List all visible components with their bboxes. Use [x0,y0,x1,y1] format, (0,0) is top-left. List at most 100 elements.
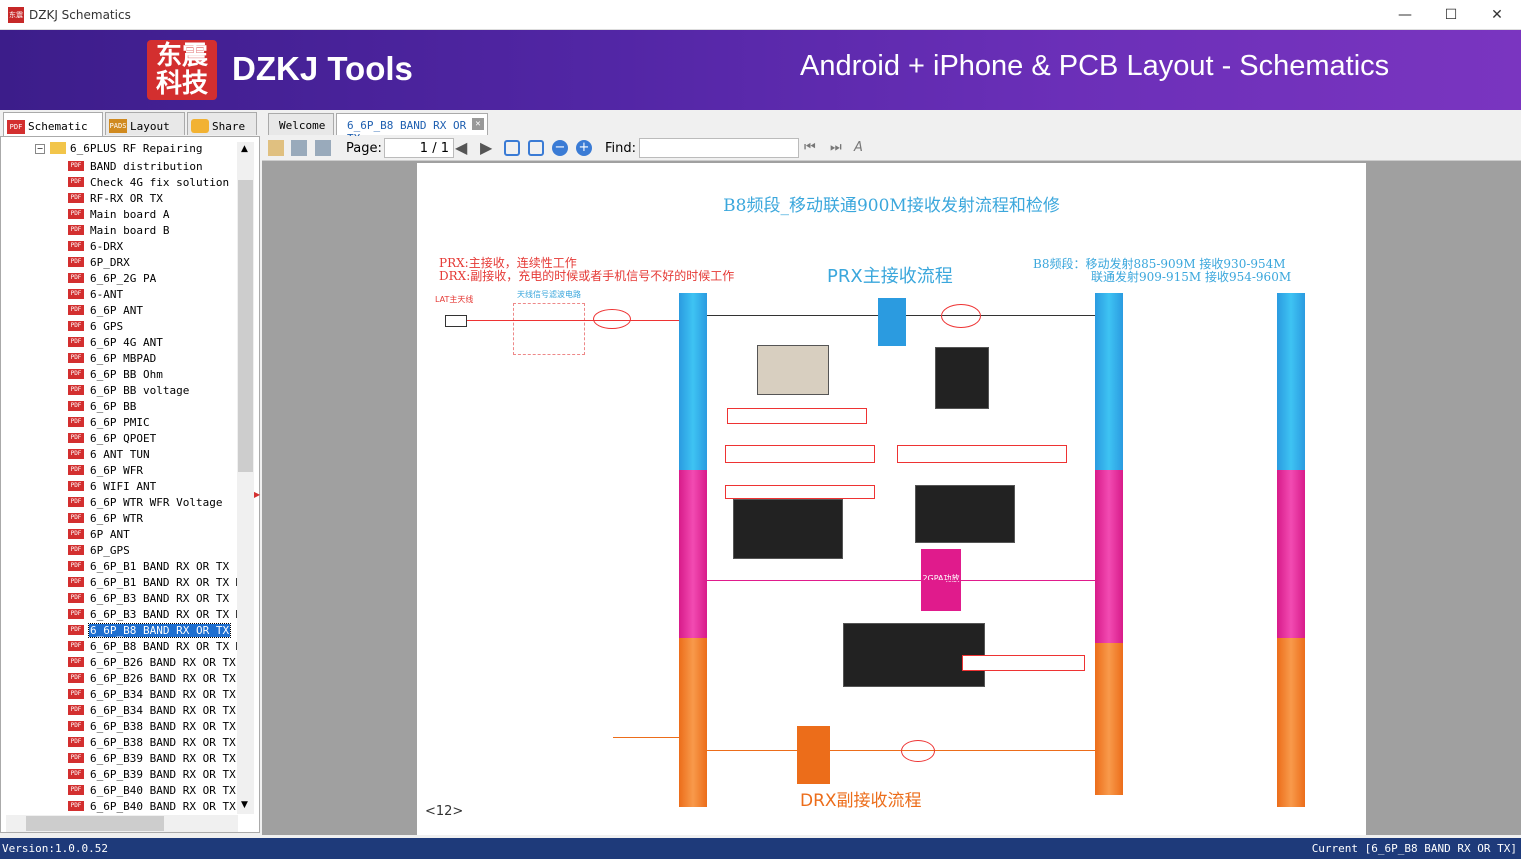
tree-item[interactable]: PDF 6_6P_B3 BAND RX OR TX Mai [68,606,238,622]
close-button[interactable]: ✕ [1477,4,1517,26]
tab-schematic[interactable]: PDF Schematic [3,112,103,136]
pdf-icon: PDF [68,721,84,731]
chip-photo [733,499,843,559]
tab-welcome[interactable]: Welcome [268,113,334,135]
pdf-icon: PDF [68,609,84,619]
tree-item[interactable]: PDF 6_6P_B3 BAND RX OR TX [68,590,238,606]
find-input[interactable] [639,138,799,158]
find-prev-icon[interactable]: ⏮ [804,140,820,156]
zoom-in-icon[interactable]: + [576,140,592,156]
tree-item[interactable]: PDF 6 WIFI ANT [68,478,238,494]
tree-item-label: 6_6P PMIC [90,415,150,429]
close-tab-icon[interactable]: ✕ [472,118,484,130]
file-tree: − 6_6PLUS RF Repairing PDF BAND distribut… [0,136,260,833]
tree-item-label: 6_6P_B38 BAND RX OR TX [90,719,236,733]
tree-item-label: 6_6P BB voltage [90,383,190,397]
wire [613,737,679,738]
tree-item[interactable]: PDF 6_6P_B38 BAND RX OR TX [68,718,238,734]
tree-item-label: 6_6P_B40 BAND RX OR TX Ma [90,799,238,813]
tree-item[interactable]: PDF 6_6P_B8 BAND RX OR TX Mai [68,638,238,654]
tree-item[interactable]: PDF 6_6P_B34 BAND RX OR TX Ma [68,702,238,718]
tree-item-label: Main board A [90,207,170,221]
tree-item[interactable]: PDF 6_6P 4G ANT [68,334,238,350]
tree-item[interactable]: PDF 6_6P_B26 BAND RX OR TX Ma [68,670,238,686]
tree-item[interactable]: PDF 6_6P_B1 BAND RX OR TX Mai [68,574,238,590]
tree-item-label: Main board B [90,223,170,237]
tree-item[interactable]: PDF 6 GPS [68,318,238,334]
tree-item-label: 6_6P WFR [90,463,143,477]
tree-item[interactable]: PDF 6P_GPS [68,542,238,558]
tree-vertical-scrollbar[interactable]: ▲ ▼ [237,142,254,814]
tree-item[interactable]: PDF 6P_DRX [68,254,238,270]
tree-item-label: 6_6P ANT [90,303,143,317]
tree-item[interactable]: PDF 6 ANT TUN [68,446,238,462]
tree-item[interactable]: PDF 6_6P_2G PA [68,270,238,286]
tree-item[interactable]: PDF 6_6P_B8 BAND RX OR TX [68,622,238,638]
tree-item[interactable]: PDF RF-RX OR TX [68,190,238,206]
highlight-icon[interactable]: A [854,140,870,156]
tree-item[interactable]: PDF 6_6P WTR [68,510,238,526]
scroll-thumb[interactable] [26,816,164,831]
tab-share[interactable]: Share [187,112,257,135]
drx-note: DRX:副接收，充电的时候或者手机信号不好的时候工作 [439,269,735,283]
tree-item-label: 6P_GPS [90,543,130,557]
tree-item-label: 6_6P_B34 BAND RX OR TX Ma [90,703,238,717]
tree-item[interactable]: PDF 6_6P BB Ohm [68,366,238,382]
tree-item[interactable]: PDF Main board A [68,206,238,222]
fit-width-icon[interactable] [504,140,520,156]
fit-page-icon[interactable] [528,140,544,156]
tree-item[interactable]: PDF 6_6P_B39 BAND RX OR TX Ma [68,766,238,782]
tree-item[interactable]: PDF 6-DRX [68,238,238,254]
minimize-button[interactable]: — [1385,4,1425,26]
collapse-icon[interactable]: − [35,144,45,154]
tree-item[interactable]: PDF 6_6P MBPAD [68,350,238,366]
find-next-icon[interactable]: ⏭ [830,140,846,156]
prev-page-icon[interactable]: ◀ [455,138,467,157]
tree-item[interactable]: PDF 6_6P BB [68,398,238,414]
tree-item[interactable]: PDF Main board B [68,222,238,238]
tree-item[interactable]: PDF Check 4G fix solution [68,174,238,190]
scroll-up-icon[interactable]: ▲ [241,144,248,154]
app-icon: 东震 [8,7,24,23]
tab-document[interactable]: 6_6P_B8 BAND RX OR TX✕ [336,113,488,145]
highlight-circle [901,740,935,762]
tab-layout[interactable]: PADS Layout [105,112,185,135]
page-input[interactable]: 1 / 1 [384,138,454,158]
tree-item[interactable]: PDF 6_6P_B39 BAND RX OR TX [68,750,238,766]
tree-item-label: 6_6P WTR WFR Voltage [90,495,223,509]
scroll-down-icon[interactable]: ▼ [241,800,248,810]
tree-item[interactable]: PDF 6_6P WTR WFR Voltage [68,494,238,510]
schematic-page: B8频段_移动联通900M接收发射流程和检修 PRX:主接收，连续性工作 DRX… [417,163,1366,835]
tree-root[interactable]: 6_6PLUS RF Repairing [70,142,202,155]
rotate-cw-icon[interactable] [291,140,307,156]
splitter-arrow-icon[interactable]: ▶ [254,490,260,499]
status-bar: Version:1.0.0.52 Current [6_6P_B8 BAND R… [0,838,1521,859]
tree-horizontal-scrollbar[interactable] [6,815,238,832]
tree-item[interactable]: PDF 6-ANT [68,286,238,302]
pdf-icon: PDF [68,561,84,571]
copy-icon[interactable] [268,140,284,156]
tree-item[interactable]: PDF 6_6P_B26 BAND RX OR TX [68,654,238,670]
tree-item[interactable]: PDF 6_6P ANT [68,302,238,318]
chip-photo [915,485,1015,543]
next-page-icon[interactable]: ▶ [480,138,492,157]
rotate-ccw-icon[interactable] [315,140,331,156]
tree-item[interactable]: PDF 6_6P BB voltage [68,382,238,398]
tree-item[interactable]: PDF 6_6P WFR [68,462,238,478]
tree-item[interactable]: PDF 6_6P_B38 BAND RX OR TX Ma [68,734,238,750]
pdf-icon: PDF [68,337,84,347]
tree-item[interactable]: PDF 6_6P_B34 BAND RX OR TX [68,686,238,702]
tree-item[interactable]: PDF 6_6P PMIC [68,414,238,430]
tree-item[interactable]: PDF 6_6P QPOET [68,430,238,446]
scroll-thumb[interactable] [238,180,253,472]
tree-item[interactable]: PDF 6P ANT [68,526,238,542]
tree-item[interactable]: PDF 6_6P_B40 BAND RX OR TX [68,782,238,798]
banner: 东震 科技 DZKJ Tools Android + iPhone & PCB L… [0,30,1521,110]
tree-item[interactable]: PDF 6_6P_B1 BAND RX OR TX [68,558,238,574]
tree-item[interactable]: PDF 6_6P_B40 BAND RX OR TX Ma [68,798,238,814]
tree-item[interactable]: PDF BAND distribution [68,158,238,174]
find-label: Find: [605,141,637,156]
pdf-icon: PDF [68,625,84,635]
maximize-button[interactable]: ☐ [1431,4,1471,26]
zoom-out-icon[interactable]: − [552,140,568,156]
